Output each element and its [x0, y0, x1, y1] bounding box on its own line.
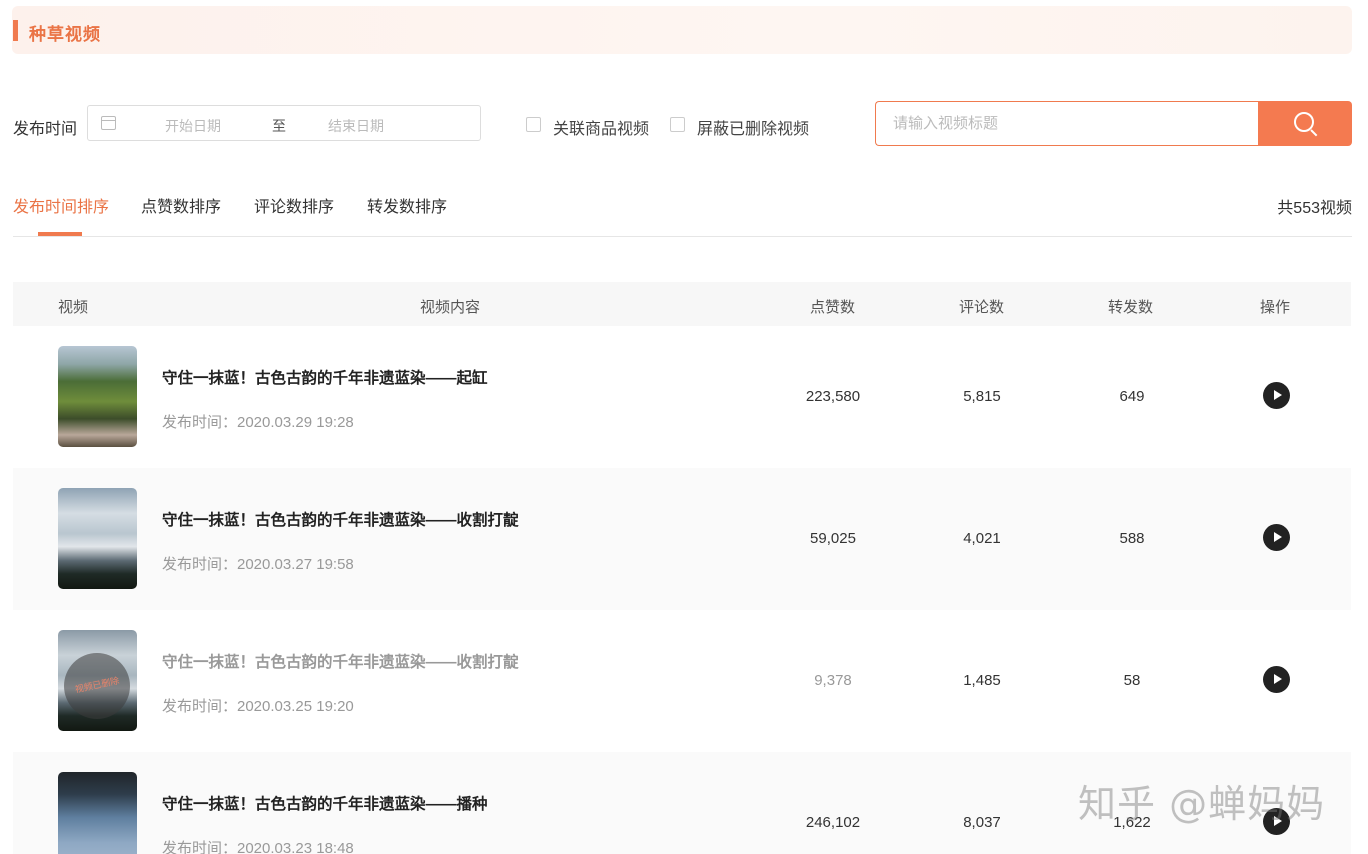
tab-sort-by-shares[interactable]: 转发数排序 [367, 193, 447, 217]
hide-deleted-checkbox[interactable] [670, 117, 685, 132]
play-icon[interactable] [1263, 666, 1290, 693]
play-icon[interactable] [1263, 524, 1290, 551]
likes-count: 246,102 [805, 814, 861, 831]
header-actions: 操作 [1260, 299, 1291, 316]
video-publish-time: 发布时间：2020.03.29 19:28 [162, 414, 354, 431]
comments-count: 5,815 [963, 388, 1001, 405]
table-row: 视频已删除 守住一抹蓝！古色古韵的千年非遗蓝染——收割打靛 发布时间：2020.… [13, 610, 1351, 752]
table-row: 守住一抹蓝！古色古韵的千年非遗蓝染——收割打靛 发布时间：2020.03.27 … [13, 468, 1351, 610]
section-accent-bar [13, 20, 18, 41]
hide-deleted-label[interactable]: 屏蔽已删除视频 [697, 115, 809, 139]
header-video-content: 视频内容 [420, 299, 481, 316]
table-header: 视频 视频内容 点赞数 评论数 转发数 操作 [13, 282, 1351, 326]
video-title[interactable]: 守住一抹蓝！古色古韵的千年非遗蓝染——起缸 [162, 366, 488, 388]
section-title: 种草视频 [29, 25, 101, 44]
date-range-separator: 至 [272, 118, 286, 134]
header-video: 视频 [58, 299, 89, 316]
header-likes: 点赞数 [810, 299, 856, 316]
video-thumbnail[interactable]: 视频已删除 [58, 630, 137, 731]
video-publish-time: 发布时间：2020.03.23 18:48 [162, 840, 354, 854]
likes-count: 223,580 [805, 388, 861, 405]
play-icon[interactable] [1263, 382, 1290, 409]
video-thumbnail[interactable] [58, 488, 137, 589]
likes-count: 9,378 [814, 672, 852, 689]
search-button[interactable] [1258, 101, 1352, 146]
comments-count: 8,037 [963, 814, 1001, 831]
comments-count: 1,485 [963, 672, 1001, 689]
header-shares: 转发数 [1108, 299, 1154, 316]
sort-tabs: 发布时间排序 点赞数排序 评论数排序 转发数排序 共553视频 [13, 180, 1352, 237]
video-thumbnail[interactable] [58, 772, 137, 854]
video-title[interactable]: 守住一抹蓝！古色古韵的千年非遗蓝染——收割打靛 [162, 650, 519, 672]
calendar-icon [101, 116, 116, 130]
related-product-checkbox[interactable] [526, 117, 541, 132]
tab-sort-by-publish-time[interactable]: 发布时间排序 [13, 193, 109, 217]
comments-count: 4,021 [963, 530, 1001, 547]
related-product-label[interactable]: 关联商品视频 [553, 115, 649, 139]
video-title[interactable]: 守住一抹蓝！古色古韵的千年非遗蓝染——播种 [162, 792, 488, 814]
deleted-badge-label: 视频已删除 [74, 675, 121, 695]
total-video-count: 共553视频 [1277, 200, 1352, 217]
shares-count: 649 [1119, 388, 1145, 405]
date-range-picker[interactable]: 开始日期 至 结束日期 [87, 105, 481, 141]
tab-sort-by-comments[interactable]: 评论数排序 [254, 193, 334, 217]
section-header: 种草视频 [12, 6, 1352, 54]
publish-time-label: 发布时间 [13, 121, 78, 138]
header-comments: 评论数 [959, 299, 1005, 316]
end-date-input[interactable]: 结束日期 [328, 116, 384, 136]
video-title[interactable]: 守住一抹蓝！古色古韵的千年非遗蓝染——收割打靛 [162, 508, 519, 530]
watermark: 知乎 @蝉妈妈 [1078, 782, 1326, 826]
shares-count: 58 [1123, 672, 1141, 689]
table-row: 守住一抹蓝！古色古韵的千年非遗蓝染——起缸 发布时间：2020.03.29 19… [13, 326, 1351, 468]
active-tab-indicator [38, 232, 82, 236]
deleted-badge: 视频已删除 [64, 653, 130, 719]
filter-row: 发布时间 开始日期 至 结束日期 关联商品视频 屏蔽已删除视频 [0, 100, 1368, 146]
video-title-search-input[interactable] [875, 101, 1259, 146]
video-publish-time: 发布时间：2020.03.25 19:20 [162, 698, 354, 715]
video-publish-time: 发布时间：2020.03.27 19:58 [162, 556, 354, 573]
tab-sort-by-likes[interactable]: 点赞数排序 [141, 193, 221, 217]
shares-count: 588 [1119, 530, 1145, 547]
video-thumbnail[interactable] [58, 346, 137, 447]
start-date-input[interactable]: 开始日期 [165, 116, 221, 136]
likes-count: 59,025 [810, 530, 856, 547]
